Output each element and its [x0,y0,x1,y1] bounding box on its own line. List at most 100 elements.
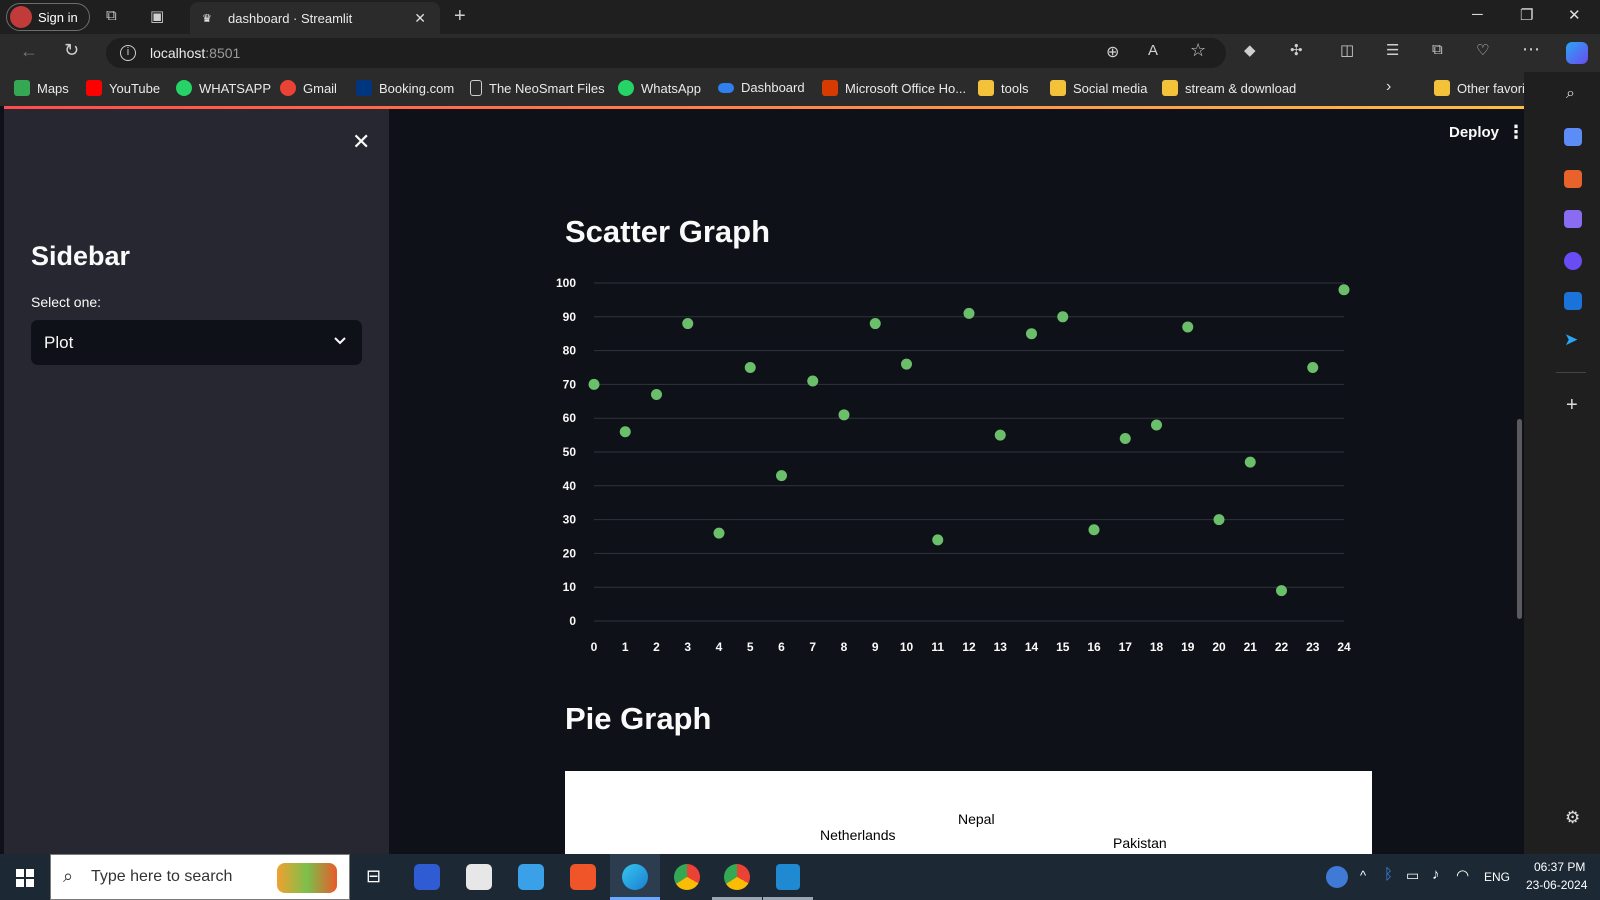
extensions-icon[interactable]: ✣ [1290,41,1303,59]
fav-dashboard[interactable]: Dashboard [718,80,805,95]
search-icon[interactable]: ⌕ [1566,85,1575,103]
close-window-icon[interactable]: ✕ [1568,6,1581,24]
extension-drop-icon[interactable]: ◆ [1244,41,1256,59]
url-bar[interactable]: i localhost:8501 [106,38,1226,68]
x-tick-label: 19 [1181,640,1195,654]
fav-office[interactable]: Microsoft Office Ho... [822,80,966,96]
scatter-title: Scatter Graph [565,214,771,249]
chrome-icon[interactable] [674,864,700,890]
bluetooth-icon[interactable]: ᛒ [1384,866,1393,883]
browser-tab-bar: Sign in ⧉ ▣ ♛ dashboard · Streamlit ✕ + … [0,0,1600,34]
scatter-point [901,358,912,370]
minimize-icon[interactable]: ─ [1472,6,1483,23]
close-tab-icon[interactable]: ✕ [414,10,426,27]
fav-label: Microsoft Office Ho... [845,80,967,96]
browser-essentials-icon[interactable]: ♡ [1476,41,1489,59]
y-tick-label: 80 [563,344,577,358]
main-menu-icon[interactable]: ⋮ [1507,122,1525,143]
telegram-icon[interactable]: ➤ [1564,330,1578,350]
settings-more-icon[interactable]: ⋯ [1522,39,1540,60]
workspaces-icon[interactable]: ⧉ [106,7,117,24]
games-icon[interactable] [1564,210,1582,228]
x-tick-label: 21 [1244,640,1258,654]
add-icon[interactable]: + [1566,394,1578,417]
copilot-icon[interactable] [1566,42,1588,64]
folder-icon [1162,80,1178,96]
fav-gmail[interactable]: Gmail [280,80,337,96]
gear-icon[interactable]: ⚙ [1565,808,1580,828]
sidebar-title: Sidebar [31,241,131,271]
taskbar-vscode[interactable] [763,854,813,900]
scatter-point [1276,585,1287,597]
taskbar-edge-active[interactable] [610,854,660,900]
read-aloud-icon[interactable]: A [1148,42,1158,59]
plot-type-select[interactable]: Plot [31,320,362,365]
taskbar-chrome-profile[interactable] [712,854,762,900]
tab-title: dashboard · Streamlit [228,10,353,26]
favorite-star-icon[interactable]: ☆ [1190,40,1206,61]
help-icon[interactable] [1326,866,1348,888]
battery-icon[interactable]: ▭ [1406,867,1419,884]
collections-icon[interactable]: ⧉ [1432,41,1443,58]
fav-youtube[interactable]: YouTube [86,80,160,96]
favorites-icon[interactable]: ☰ [1386,41,1399,59]
new-tab-icon[interactable]: + [454,5,466,28]
x-tick-label: 7 [809,640,816,654]
toolbox-icon[interactable] [1564,170,1582,188]
x-tick-label: 23 [1306,640,1320,654]
folder-icon [1434,80,1450,96]
tab-actions-icon[interactable]: ▣ [150,7,164,25]
fav-maps[interactable]: Maps [14,80,69,96]
tag-icon[interactable] [1564,128,1582,146]
windows-start-icon[interactable] [16,869,34,887]
fav-booking[interactable]: Booking.com [356,80,454,96]
restore-icon[interactable]: ❐ [1520,6,1533,24]
outlook-icon[interactable] [1564,292,1582,310]
x-tick-label: 13 [994,640,1008,654]
refresh-icon[interactable]: ↻ [64,40,79,61]
fav-folder-social[interactable]: Social media [1050,80,1147,96]
copilot-app-icon[interactable] [1564,252,1582,270]
scatter-point [1213,514,1225,526]
clock-time[interactable]: 06:37 PM [1534,860,1585,874]
fav-label: Maps [37,80,69,96]
sign-in-label: Sign in [38,9,78,25]
tab-dashboard[interactable]: ♛ dashboard · Streamlit ✕ [190,2,440,34]
scatter-point [1026,328,1037,340]
select-value: Plot [44,332,74,352]
url-host: localhost [150,45,206,61]
fav-whatsapp-upper[interactable]: WHATSAPP [176,80,271,96]
file-explorer-icon[interactable] [518,864,544,890]
main-scrollbar[interactable] [1517,419,1522,619]
close-sidebar-icon[interactable]: ✕ [352,129,370,155]
pie-label-pakistan: Pakistan [1113,835,1167,851]
volume-icon[interactable]: ♪ [1432,866,1440,883]
chevron-up-icon[interactable]: ^ [1360,868,1366,883]
powershell-icon[interactable] [414,864,440,890]
y-tick-label: 60 [563,411,577,425]
y-tick-label: 10 [563,580,577,594]
clock-date[interactable]: 23-06-2024 [1526,878,1587,892]
split-screen-icon[interactable]: ◫ [1340,41,1354,59]
cloud-icon [718,82,734,93]
y-tick-label: 50 [563,445,577,459]
scatter-point [963,307,975,319]
pie-label-netherlands: Netherlands [820,827,896,843]
brave-icon[interactable] [570,864,596,890]
taskbar-search-input[interactable]: ⌕ Type here to search [50,854,350,900]
fav-whatsapp[interactable]: WhatsApp [618,80,701,96]
back-icon[interactable]: ← [20,41,38,62]
search-placeholder: Type here to search [91,868,233,885]
wifi-icon[interactable]: ◠ [1456,866,1469,884]
language-indicator[interactable]: ENG [1484,870,1510,884]
fav-folder-tools[interactable]: tools [978,80,1028,96]
zoom-icon[interactable]: ⊕ [1106,42,1119,62]
site-info-icon[interactable]: i [120,45,136,61]
sign-in-button[interactable]: Sign in [6,3,90,31]
microsoft-store-icon[interactable] [466,864,492,890]
task-view-icon[interactable]: ⊟ [366,866,381,887]
favorites-overflow-chevron-icon[interactable]: › [1386,78,1391,96]
fav-folder-stream[interactable]: stream & download [1162,80,1296,96]
deploy-button[interactable]: Deploy [1449,124,1499,141]
fav-neosmart[interactable]: The NeoSmart Files [470,80,605,96]
